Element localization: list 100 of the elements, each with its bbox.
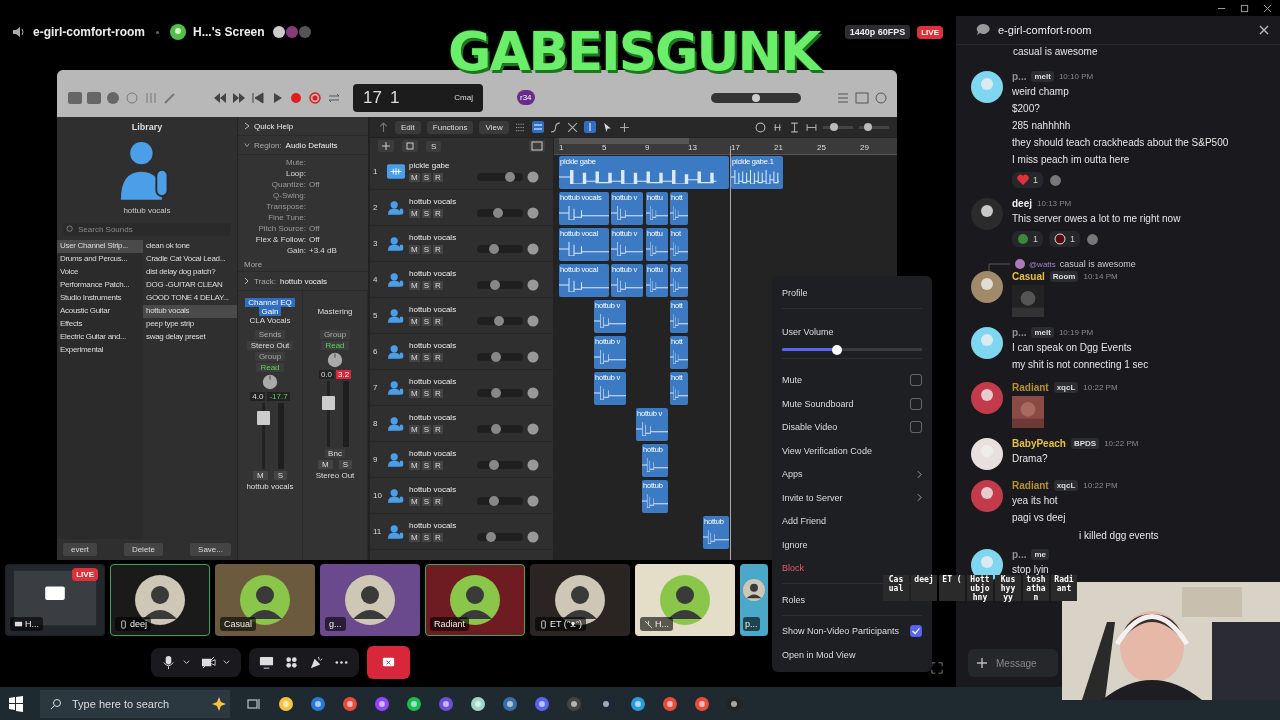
volume-slider[interactable] <box>477 244 523 253</box>
message-bar[interactable]: Message <box>968 649 1058 677</box>
flex-icon[interactable] <box>566 121 578 133</box>
library-patch[interactable]: swag delay preset <box>143 331 237 344</box>
maximize-icon[interactable] <box>1240 3 1249 13</box>
author-name[interactable]: p... <box>1012 549 1027 560</box>
menu-item[interactable]: Invite to Server <box>782 486 922 510</box>
avatar[interactable] <box>971 271 1003 303</box>
search-input[interactable]: Search Sounds <box>78 225 178 234</box>
slider-thumb[interactable] <box>491 387 502 398</box>
catch-icon[interactable] <box>583 121 596 133</box>
fast-forward-icon[interactable] <box>231 90 247 105</box>
slider-thumb[interactable] <box>492 207 503 218</box>
library-category[interactable]: Electric Guitar and... <box>57 331 143 344</box>
r-button[interactable]: R <box>433 245 443 254</box>
plugin-slot[interactable]: Gain <box>258 306 282 316</box>
library-patch[interactable]: peep type strip <box>143 318 237 331</box>
m-button[interactable]: M <box>409 497 420 506</box>
avatar[interactable] <box>971 198 1003 230</box>
slider-thumb[interactable] <box>489 459 500 470</box>
volume-slider[interactable] <box>477 280 523 289</box>
volume-slider[interactable] <box>477 388 523 397</box>
fader-cap[interactable] <box>256 411 270 426</box>
leave-call-button[interactable] <box>366 645 410 679</box>
volume-slider[interactable] <box>477 208 523 217</box>
volume-slider[interactable] <box>477 496 523 505</box>
slider-thumb[interactable] <box>864 122 872 131</box>
chevron-icon[interactable] <box>244 141 250 149</box>
track-name[interactable]: hottub vocals <box>409 341 473 350</box>
m-button[interactable]: M <box>253 471 268 480</box>
participant-tile[interactable]: H... <box>635 564 735 636</box>
author-name[interactable]: Radiant <box>1012 480 1049 491</box>
plugin-slot[interactable]: Mastering <box>314 306 356 316</box>
library-patch[interactable]: DOG -GUITAR CLEAN <box>143 279 237 292</box>
pan-knob[interactable] <box>527 530 539 543</box>
slider-thumb[interactable] <box>831 344 842 355</box>
library-patch[interactable]: clean ok tone <box>143 240 237 253</box>
s-button[interactable]: S <box>421 173 431 182</box>
chevron-icon[interactable] <box>221 657 231 667</box>
menu-item[interactable]: Mute <box>782 368 922 392</box>
track-name[interactable]: hottub vocals <box>409 269 473 278</box>
reaction[interactable]: 1 <box>1012 172 1043 188</box>
participant-tile[interactable]: p... <box>740 564 768 636</box>
checkbox[interactable] <box>910 397 922 410</box>
menu-item[interactable]: Disable Video <box>782 415 922 439</box>
slider-thumb[interactable] <box>490 279 501 290</box>
menu-button[interactable]: Edit <box>395 120 421 134</box>
menu-item[interactable]: Roles <box>782 588 805 612</box>
group-slot[interactable]: Group <box>254 352 286 361</box>
taskbar-search-bar[interactable]: Type here to search <box>40 689 230 718</box>
region-icon[interactable] <box>529 140 545 152</box>
author-name[interactable]: Radiant <box>1012 382 1049 393</box>
author-name[interactable]: Casual <box>1012 271 1045 282</box>
pan-knob[interactable] <box>527 386 539 399</box>
param-value[interactable]: Off <box>309 235 320 244</box>
author-name[interactable]: p... <box>1012 71 1027 82</box>
menu-item[interactable]: Open in Mod View <box>782 643 856 667</box>
m-button[interactable]: M <box>409 389 420 398</box>
output-slot[interactable]: Stereo Out <box>246 341 294 350</box>
track-name[interactable]: hottub vocals <box>409 521 473 530</box>
volume-slider[interactable] <box>477 460 523 469</box>
s-button[interactable]: S <box>421 245 431 254</box>
menu-item[interactable]: Add Friend <box>782 509 827 533</box>
up-arrow-icon[interactable] <box>378 121 389 133</box>
quick-help-label[interactable]: Quick Help <box>254 121 294 131</box>
avatar[interactable] <box>971 382 1003 414</box>
slider-thumb[interactable] <box>485 531 496 542</box>
library-button[interactable]: Save... <box>190 543 231 556</box>
camera-off-icon[interactable] <box>200 654 216 670</box>
cross-icon[interactable] <box>618 121 630 133</box>
m-button[interactable]: M <box>409 425 420 434</box>
m-button[interactable]: M <box>409 173 420 182</box>
more-label[interactable]: More <box>244 260 263 269</box>
automation-slot[interactable]: Read <box>321 341 349 350</box>
slider-thumb[interactable] <box>489 495 499 506</box>
track-name[interactable]: hottub vocals <box>409 197 473 206</box>
slider-thumb[interactable] <box>829 122 838 131</box>
menu-button[interactable]: View <box>479 120 509 134</box>
message-input[interactable]: Message <box>996 657 1048 669</box>
library-category[interactable]: User Channel Strip... <box>57 240 143 253</box>
volume-slider[interactable] <box>477 532 523 541</box>
close-icon[interactable] <box>1263 3 1272 13</box>
avatar[interactable] <box>971 438 1003 470</box>
search-bar[interactable]: Search Sounds <box>63 223 231 236</box>
m-button[interactable]: M <box>409 209 420 218</box>
chevron-icon[interactable] <box>244 122 250 130</box>
menu-item[interactable]: Mute Soundboard <box>782 392 922 416</box>
r-button[interactable]: R <box>433 281 443 290</box>
s-button[interactable]: S <box>421 425 431 434</box>
param-value[interactable]: Off <box>309 180 320 189</box>
bounce-button[interactable]: Bnc <box>325 449 345 458</box>
height-icon[interactable] <box>789 121 800 133</box>
m-button[interactable]: M <box>409 281 420 290</box>
s-button[interactable]: S <box>421 461 431 470</box>
chevron-icon[interactable] <box>244 277 250 285</box>
library-category[interactable]: Acoustic Guitar <box>57 305 143 318</box>
volume-slider[interactable] <box>477 352 523 361</box>
checkbox[interactable] <box>910 625 922 638</box>
author-name[interactable]: deej <box>1012 198 1032 209</box>
add-track-icon[interactable] <box>378 140 394 152</box>
